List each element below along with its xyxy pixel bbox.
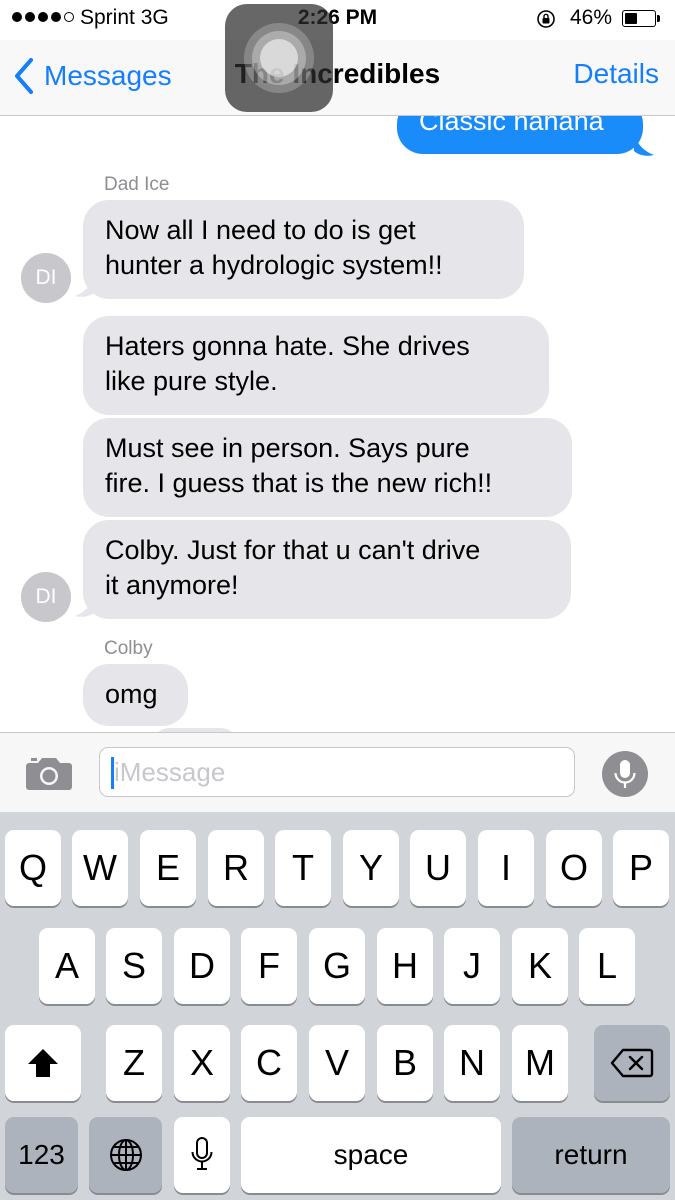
- globe-icon: [109, 1139, 142, 1171]
- battery-tip: [657, 15, 660, 22]
- key-l[interactable]: L: [579, 928, 635, 1004]
- outgoing-message-text: Classic hahaha: [419, 116, 604, 136]
- incoming-message-bubble[interactable]: Now all I need to do is get hunter a hyd…: [83, 200, 524, 299]
- message-line: it anymore!: [105, 570, 239, 600]
- key-y[interactable]: Y: [343, 830, 399, 906]
- shift-icon: [28, 1049, 58, 1077]
- dictation-button[interactable]: [602, 751, 648, 797]
- message-line: hunter a hydrologic system!!: [105, 250, 443, 280]
- text-cursor: [111, 757, 114, 789]
- dictation-key[interactable]: [174, 1117, 230, 1193]
- key-o[interactable]: O: [546, 830, 602, 906]
- space-key[interactable]: space: [241, 1117, 501, 1193]
- key-e[interactable]: E: [140, 830, 196, 906]
- sender-name-colby: Colby: [104, 638, 153, 659]
- incoming-bubble-tail: [75, 596, 95, 617]
- key-j[interactable]: J: [444, 928, 500, 1004]
- key-f[interactable]: F: [241, 928, 297, 1004]
- incoming-message-bubble[interactable]: Haters gonna hate. She drives like pure …: [83, 316, 549, 415]
- message-line: Must see in person. Says pure: [105, 433, 470, 463]
- key-x[interactable]: X: [174, 1025, 230, 1101]
- key-v[interactable]: V: [309, 1025, 365, 1101]
- message-thread[interactable]: Classic hahaha Dad Ice Now all I need to…: [0, 116, 675, 732]
- delete-key[interactable]: [594, 1025, 670, 1101]
- numbers-key[interactable]: 123: [5, 1117, 78, 1193]
- message-line: Colby. Just for that u can't drive: [105, 535, 481, 565]
- outgoing-bubble-tail: [634, 135, 654, 156]
- assistive-touch-icon[interactable]: [225, 4, 333, 112]
- delete-icon: [610, 1048, 654, 1078]
- avatar[interactable]: DI: [21, 572, 71, 622]
- battery-percent: 46%: [570, 6, 613, 29]
- message-line: Haters gonna hate. She drives: [105, 331, 470, 361]
- key-k[interactable]: K: [512, 928, 568, 1004]
- key-a[interactable]: A: [39, 928, 95, 1004]
- avatar[interactable]: DI: [21, 253, 71, 303]
- incoming-message-bubble[interactable]: Must see in person. Says pure fire. I gu…: [83, 418, 572, 517]
- details-button[interactable]: Details: [573, 58, 659, 90]
- key-m[interactable]: M: [512, 1025, 568, 1101]
- microphone-icon: [614, 760, 636, 788]
- camera-icon[interactable]: [25, 755, 73, 791]
- keyboard: Q W E R T Y U I O P A S D F G H J K L Z …: [0, 812, 675, 1200]
- key-w[interactable]: W: [72, 830, 128, 906]
- key-p[interactable]: P: [613, 830, 669, 906]
- battery-icon: [622, 10, 656, 27]
- key-u[interactable]: U: [410, 830, 466, 906]
- incoming-bubble-tail: [75, 276, 95, 297]
- battery-fill: [625, 13, 637, 24]
- message-line: Now all I need to do is get: [105, 215, 416, 245]
- status-bar: Sprint 3G 2:26 PM 46%: [0, 0, 675, 40]
- incoming-message-bubble[interactable]: Colby. Just for that u can't drive it an…: [83, 520, 571, 619]
- key-r[interactable]: R: [208, 830, 264, 906]
- key-q[interactable]: Q: [5, 830, 61, 906]
- key-d[interactable]: D: [174, 928, 230, 1004]
- outgoing-message-bubble[interactable]: Classic hahaha: [397, 116, 643, 154]
- microphone-icon: [191, 1137, 213, 1170]
- message-line: like pure style.: [105, 366, 278, 396]
- key-g[interactable]: G: [309, 928, 365, 1004]
- return-key[interactable]: return: [512, 1117, 670, 1193]
- key-b[interactable]: B: [377, 1025, 433, 1101]
- message-input-bar: [0, 732, 675, 813]
- imessage-input[interactable]: [99, 747, 575, 797]
- message-line: fire. I guess that is the new rich!!: [105, 468, 493, 498]
- lock-rotation-icon: [537, 10, 555, 28]
- key-i[interactable]: I: [478, 830, 534, 906]
- key-t[interactable]: T: [275, 830, 331, 906]
- navigation-bar: Messages The Incredibles Details: [0, 40, 675, 116]
- globe-key[interactable]: [89, 1117, 162, 1193]
- key-z[interactable]: Z: [106, 1025, 162, 1101]
- key-h[interactable]: H: [377, 928, 433, 1004]
- incoming-message-bubble[interactable]: omg: [83, 664, 188, 726]
- message-line: omg: [105, 679, 158, 709]
- shift-key[interactable]: [5, 1025, 81, 1101]
- key-n[interactable]: N: [444, 1025, 500, 1101]
- key-s[interactable]: S: [106, 928, 162, 1004]
- key-c[interactable]: C: [241, 1025, 297, 1101]
- sender-name-dad-ice: Dad Ice: [104, 174, 170, 195]
